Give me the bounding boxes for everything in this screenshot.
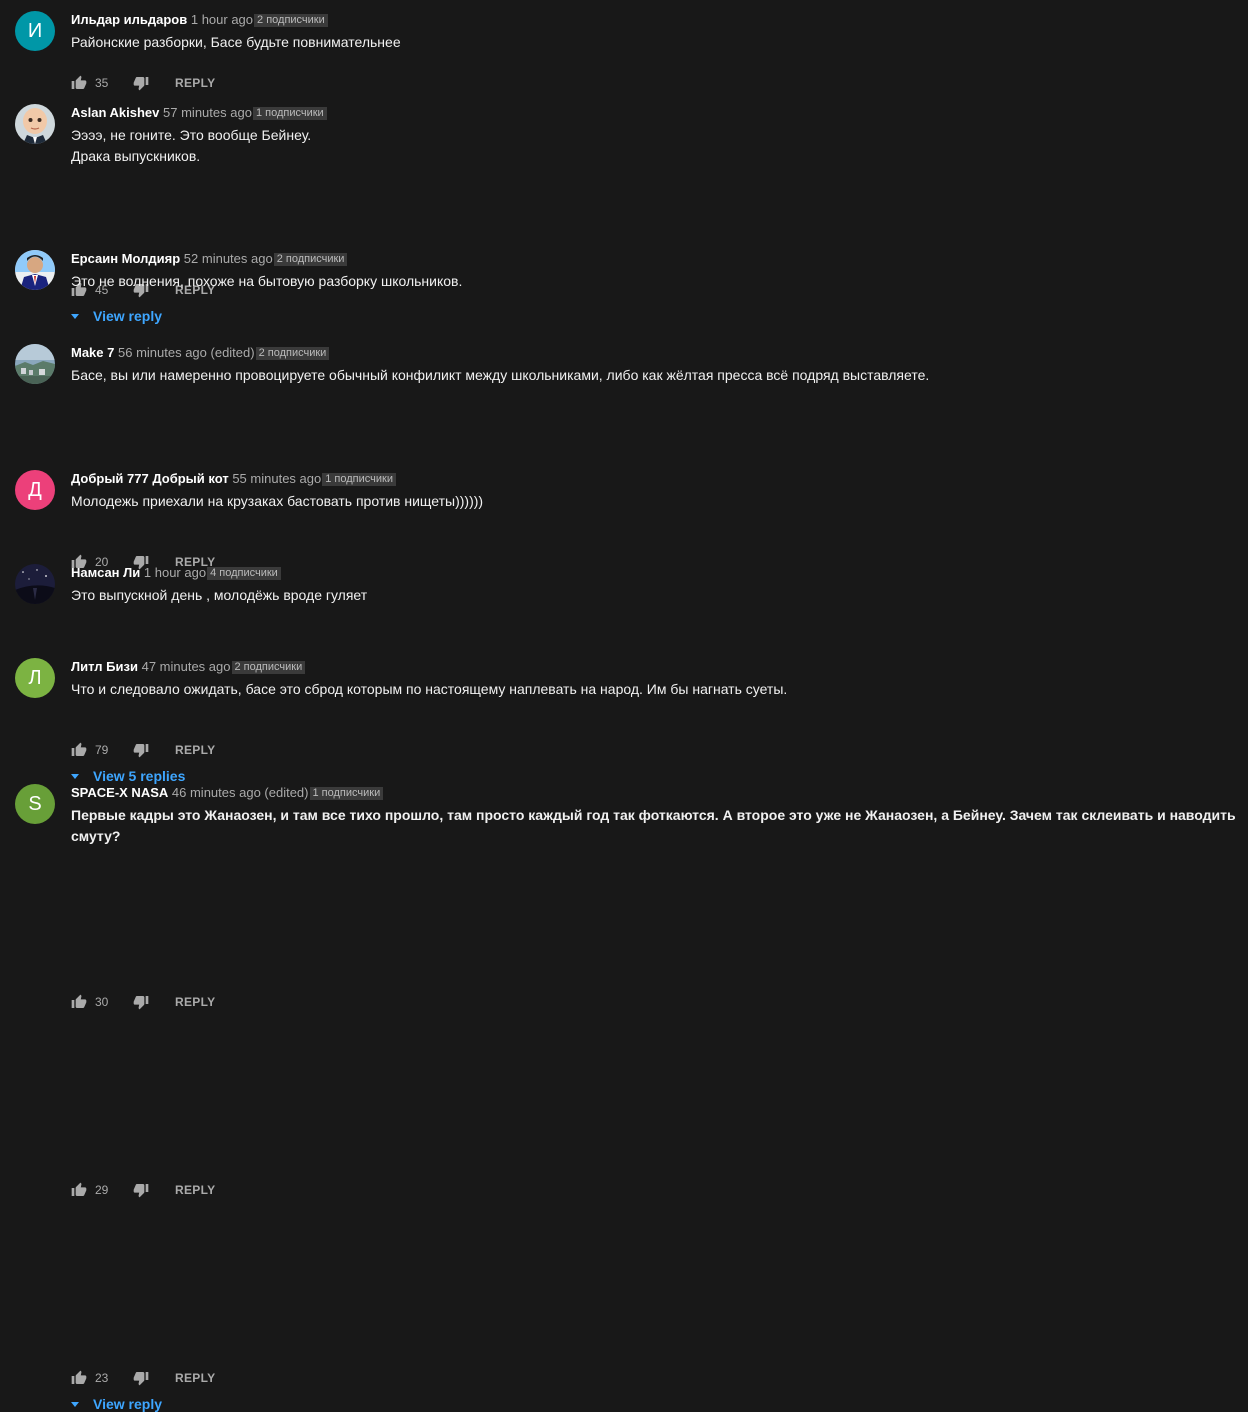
- like-icon[interactable]: [71, 1182, 87, 1198]
- comment-actions: 35 REPLY: [71, 73, 215, 93]
- comment-text: Районские разборки, Басе будьте повнимат…: [71, 32, 1236, 53]
- comment-text-line: Ээээ, не гоните. Это вообще Бейнеу.: [71, 127, 312, 143]
- reply-button[interactable]: REPLY: [175, 995, 215, 1009]
- avatar[interactable]: [15, 344, 55, 384]
- landscape-photo-icon: [15, 344, 55, 384]
- subscriber-badge: 2 подписчики: [231, 661, 306, 674]
- comment-text-line: Районские разборки, Басе будьте повнимат…: [71, 34, 401, 50]
- comment-timestamp[interactable]: 47 minutes ago: [142, 659, 231, 674]
- like-icon[interactable]: [71, 1370, 87, 1386]
- author-name[interactable]: Литл Бизи: [71, 659, 138, 674]
- comment-text-line: Это не волнения, похоже на бытовую разбо…: [71, 273, 463, 289]
- view-replies-button[interactable]: View reply: [71, 308, 162, 324]
- dislike-icon[interactable]: [133, 1370, 149, 1386]
- comment-timestamp[interactable]: 55 minutes ago: [232, 471, 321, 486]
- author-name[interactable]: Намсан Ли: [71, 565, 140, 580]
- avatar[interactable]: [15, 104, 55, 144]
- comment-header: Aslan Akishev 57 minutes ago 1 подписчики: [71, 104, 327, 122]
- comment-actions: 23 REPLY: [71, 1368, 215, 1388]
- view-replies-button[interactable]: View reply: [71, 1396, 162, 1412]
- caret-down-icon: [71, 313, 79, 319]
- subscriber-badge: 1 подписчики: [252, 107, 327, 120]
- subscriber-badge: 1 подписчики: [322, 473, 396, 486]
- comment-header: Make 7 56 minutes ago (edited) 2 подписчи…: [71, 344, 330, 362]
- reply-button[interactable]: REPLY: [175, 743, 215, 757]
- author-name[interactable]: Добрый 777 Добрый кот: [71, 471, 229, 486]
- dislike-icon[interactable]: [133, 742, 149, 758]
- comment-text: Молодежь приехали на крузаках бастовать …: [71, 491, 1236, 512]
- comment-text-line: Молодежь приехали на крузаках бастовать …: [71, 493, 484, 509]
- like-count: 30: [95, 995, 109, 1009]
- comment-header: Добрый 777 Добрый кот 55 minutes ago 1 по…: [71, 470, 396, 488]
- like-icon[interactable]: [71, 75, 87, 91]
- baby-boss-photo-icon: [15, 104, 55, 144]
- comment-timestamp[interactable]: 1 hour ago: [144, 565, 206, 580]
- caret-down-icon: [71, 773, 79, 779]
- comment-header: Ерсаин Молдияр 52 minutes ago 2 подписчик…: [71, 250, 348, 268]
- dislike-icon[interactable]: [133, 994, 149, 1010]
- comment-text: Басе, вы или намеренно провоцируете обыч…: [71, 365, 1236, 386]
- comment-timestamp[interactable]: 1 hour ago: [191, 12, 253, 27]
- comment-header: Намсан Ли 1 hour ago 4 подписчики: [71, 564, 281, 582]
- comment-timestamp[interactable]: 57 minutes ago: [163, 105, 252, 120]
- subscriber-badge: 1 подписчики: [309, 787, 384, 800]
- like-count: 29: [95, 1183, 109, 1197]
- reply-button[interactable]: REPLY: [175, 1183, 215, 1197]
- avatar[interactable]: Л: [15, 658, 55, 698]
- comment-actions: 79 REPLY: [71, 740, 215, 760]
- comment-text-line: Басе, вы или намеренно провоцируете обыч…: [71, 367, 930, 383]
- comment-timestamp[interactable]: 52 minutes ago: [184, 251, 273, 266]
- avatar-letter: Л: [28, 666, 42, 689]
- avatar-letter: Д: [28, 478, 42, 501]
- like-count: 79: [95, 743, 109, 757]
- avatar-letter: S: [28, 792, 42, 815]
- avatar[interactable]: Д: [15, 470, 55, 510]
- comment-text: Что и следовало ожидать, басе это сброд …: [71, 679, 1236, 700]
- view-replies-label: View reply: [93, 1396, 163, 1412]
- view-replies-button[interactable]: View 5 replies: [71, 768, 185, 784]
- like-icon[interactable]: [71, 994, 87, 1010]
- man-in-suit-photo-icon: [15, 250, 55, 290]
- comment-text: Первые кадры это Жанаозен, и там все тих…: [71, 805, 1236, 847]
- view-replies-label: View 5 replies: [93, 768, 186, 784]
- comment-text-line: Что и следовало ожидать, басе это сброд …: [71, 681, 788, 697]
- subscriber-badge: 2 подписчики: [273, 253, 348, 266]
- comment-text-line: Первые кадры это Жанаозен, и там все тих…: [71, 807, 1236, 844]
- comment-text: Это выпускной день , молодёжь вроде гуля…: [71, 585, 1236, 606]
- author-name[interactable]: Ерсаин Молдияр: [71, 251, 180, 266]
- caret-down-icon: [71, 1401, 79, 1407]
- like-count: 35: [95, 76, 109, 90]
- comment-text: Это не волнения, похоже на бытовую разбо…: [71, 271, 1236, 292]
- comment-actions: 30 REPLY: [71, 992, 215, 1012]
- reply-button[interactable]: REPLY: [175, 76, 215, 90]
- subscriber-badge: 4 подписчики: [207, 567, 281, 580]
- comment-text-line: Драка выпускников.: [71, 148, 201, 164]
- comment-header: Литл Бизи 47 minutes ago 2 подписчики: [71, 658, 306, 676]
- night-sky-photo-icon: [15, 564, 55, 604]
- avatar[interactable]: И: [15, 11, 55, 51]
- like-count: 23: [95, 1371, 109, 1385]
- reply-button[interactable]: REPLY: [175, 1371, 215, 1385]
- comment-timestamp[interactable]: 46 minutes ago (edited): [172, 785, 309, 800]
- view-replies-label: View reply: [93, 308, 163, 324]
- like-icon[interactable]: [71, 742, 87, 758]
- author-name[interactable]: Aslan Akishev: [71, 105, 159, 120]
- dislike-icon[interactable]: [133, 1182, 149, 1198]
- comment-timestamp[interactable]: 56 minutes ago (edited): [118, 345, 255, 360]
- author-name[interactable]: SPACE-X NASA: [71, 785, 168, 800]
- subscriber-badge: 2 подписчики: [254, 14, 328, 27]
- avatar[interactable]: S: [15, 784, 55, 824]
- avatar[interactable]: [15, 250, 55, 290]
- comment-text-line: Это выпускной день , молодёжь вроде гуля…: [71, 587, 368, 603]
- comment-text: Ээээ, не гоните. Это вообще Бейнеу. Драка…: [71, 125, 1236, 167]
- comment-actions: 29 REPLY: [71, 1180, 215, 1200]
- subscriber-badge: 2 подписчики: [255, 347, 330, 360]
- avatar[interactable]: [15, 564, 55, 604]
- comment-header: SPACE-X NASA 46 minutes ago (edited) 1 по…: [71, 784, 384, 802]
- avatar-letter: И: [27, 19, 43, 42]
- author-name[interactable]: Ильдар ильдаров: [71, 12, 187, 27]
- author-name[interactable]: Make 7: [71, 345, 114, 360]
- dislike-icon[interactable]: [133, 75, 149, 91]
- comment-header: Ильдар ильдаров 1 hour ago 2 подписчики: [71, 11, 328, 29]
